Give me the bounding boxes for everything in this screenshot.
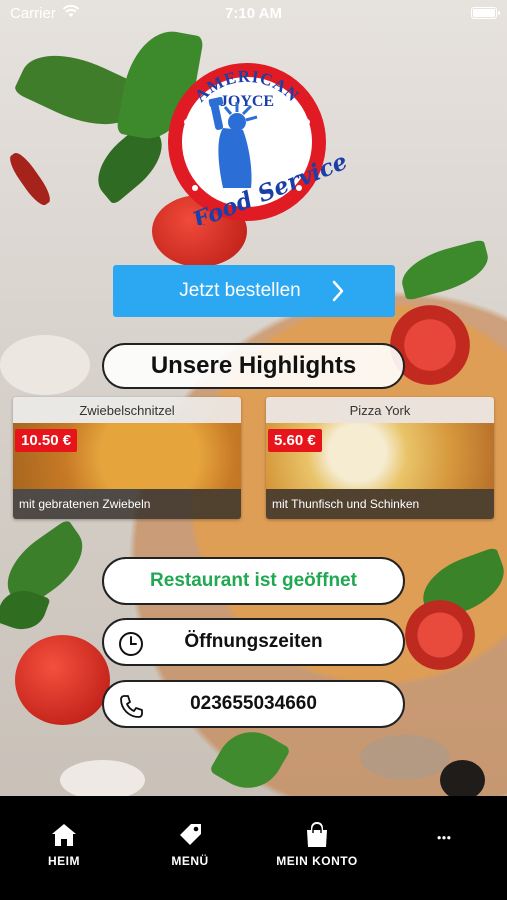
shopping-bag-icon — [307, 822, 327, 847]
order-now-button[interactable]: Jetzt bestellen — [113, 265, 395, 317]
more-dots-icon — [437, 836, 451, 840]
highlight-description: mit gebratenen Zwiebeln — [13, 489, 241, 519]
tab-menu-label: MENÜ — [171, 854, 209, 868]
tab-my-account[interactable]: MEIN KONTO — [267, 822, 367, 868]
restaurant-logo: AMERICAN JOYCE Food Service — [168, 63, 350, 225]
highlight-card-pizza-york[interactable]: Pizza York 5.60 € mit Thunfisch und Schi… — [266, 397, 494, 519]
clock-icon — [119, 632, 143, 656]
tab-home[interactable]: HEIM — [14, 822, 114, 868]
phone-call-button[interactable]: 023655034660 — [102, 680, 405, 728]
opening-hours-label: Öffnungszeiten — [184, 631, 323, 652]
phone-number-label: 023655034660 — [190, 693, 317, 714]
highlights-heading: Unsere Highlights — [102, 343, 405, 389]
battery-icon — [471, 7, 500, 19]
tab-more[interactable] — [394, 834, 494, 854]
tag-icon — [180, 824, 201, 845]
highlight-name: Pizza York — [266, 397, 494, 423]
price-badge: 5.60 € — [268, 429, 322, 452]
highlight-name: Zwiebelschnitzel — [13, 397, 241, 423]
tab-menu[interactable]: MENÜ — [140, 822, 240, 868]
open-status-label: Restaurant ist geöffnet — [150, 570, 357, 591]
open-status-button[interactable]: Restaurant ist geöffnet — [102, 557, 405, 605]
tab-my-account-label: MEIN KONTO — [276, 854, 358, 868]
tab-bar: HEIM MENÜ MEIN KONTO — [0, 796, 507, 900]
price-badge: 10.50 € — [15, 429, 78, 452]
highlight-description: mit Thunfisch und Schinken — [266, 489, 494, 519]
clock-time: 7:10 AM — [225, 5, 282, 22]
phone-icon — [120, 695, 143, 718]
tab-home-label: HEIM — [48, 854, 80, 868]
highlight-card-zwiebelschnitzel[interactable]: Zwiebelschnitzel 10.50 € mit gebratenen … — [13, 397, 241, 519]
order-now-label: Jetzt bestellen — [179, 280, 301, 301]
opening-hours-button[interactable]: Öffnungszeiten — [102, 618, 405, 666]
home-icon — [52, 824, 76, 846]
logo-name-text: JOYCE — [220, 93, 274, 110]
status-bar: Carrier 7:10 AM — [0, 0, 507, 28]
chevron-right-icon — [332, 280, 344, 302]
